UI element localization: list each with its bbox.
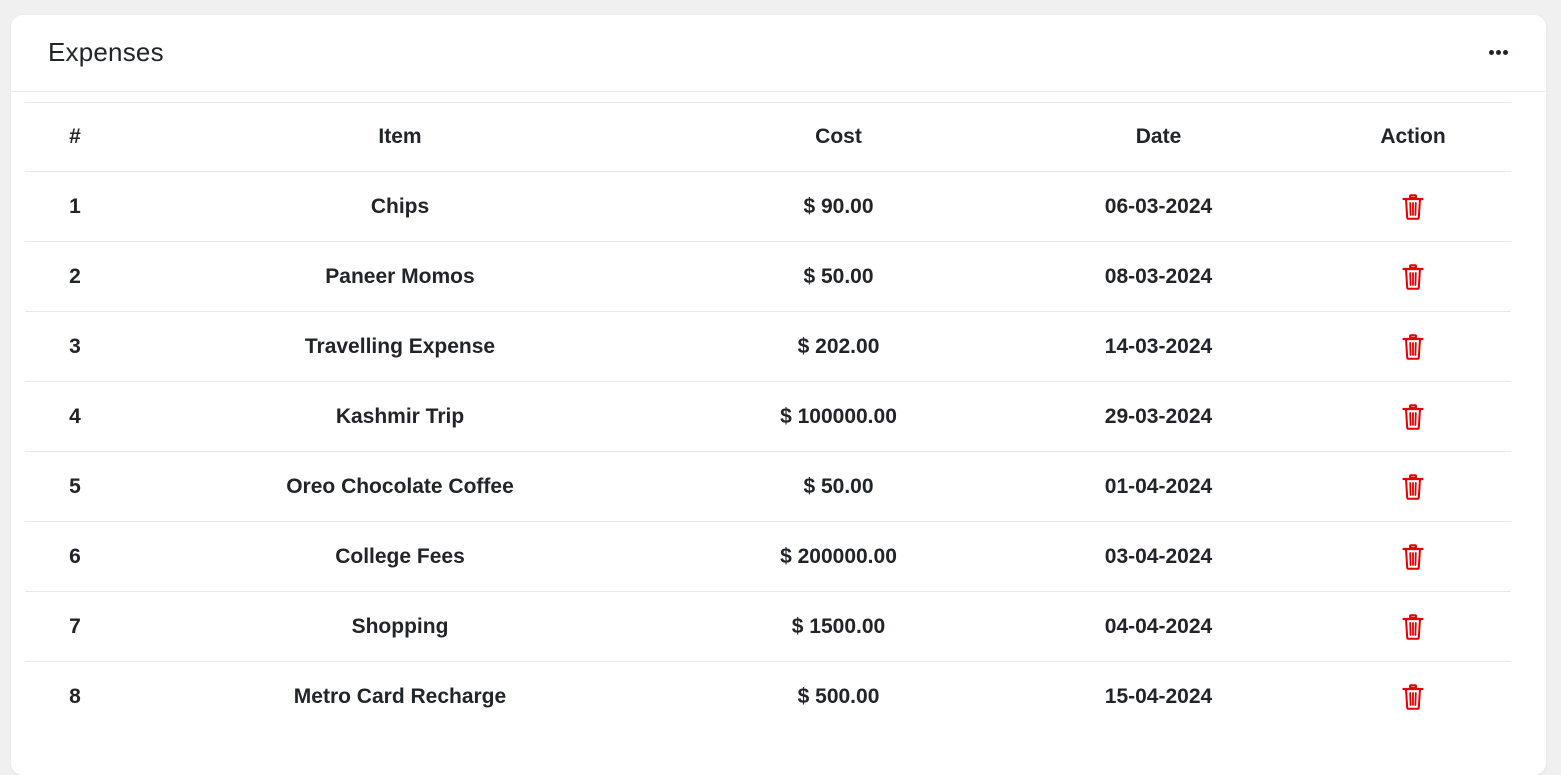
row-date: 06-03-2024 [1002,172,1315,242]
row-cost: $ 200000.00 [675,522,1002,592]
trash-icon[interactable] [1402,544,1424,570]
row-date: 08-03-2024 [1002,242,1315,312]
row-item: Travelling Expense [125,312,675,382]
table-row: 2Paneer Momos$ 50.0008-03-2024 [25,242,1511,312]
row-date: 29-03-2024 [1002,382,1315,452]
row-date: 04-04-2024 [1002,592,1315,662]
row-number: 5 [25,452,125,522]
row-date: 01-04-2024 [1002,452,1315,522]
row-date: 14-03-2024 [1002,312,1315,382]
row-cost: $ 50.00 [675,452,1002,522]
table-row: 1Chips$ 90.0006-03-2024 [25,172,1511,242]
row-cost: $ 50.00 [675,242,1002,312]
row-cost: $ 202.00 [675,312,1002,382]
row-action [1315,592,1511,662]
row-action [1315,172,1511,242]
row-item: Kashmir Trip [125,382,675,452]
more-options-button[interactable] [1486,41,1510,63]
row-number: 7 [25,592,125,662]
column-header-number: # [25,103,125,172]
row-item: College Fees [125,522,675,592]
row-item: Paneer Momos [125,242,675,312]
trash-icon[interactable] [1402,684,1424,710]
row-number: 3 [25,312,125,382]
row-item: Oreo Chocolate Coffee [125,452,675,522]
more-dot [1503,50,1508,55]
row-action [1315,662,1511,732]
row-item: Shopping [125,592,675,662]
row-number: 6 [25,522,125,592]
row-number: 1 [25,172,125,242]
table-row: 5Oreo Chocolate Coffee$ 50.0001-04-2024 [25,452,1511,522]
row-action [1315,452,1511,522]
trash-icon[interactable] [1402,264,1424,290]
row-cost: $ 1500.00 [675,592,1002,662]
table-row: 7Shopping$ 1500.0004-04-2024 [25,592,1511,662]
row-action [1315,242,1511,312]
table-row: 6College Fees$ 200000.0003-04-2024 [25,522,1511,592]
column-header-date: Date [1002,103,1315,172]
row-number: 8 [25,662,125,732]
row-date: 15-04-2024 [1002,662,1315,732]
more-dot [1496,50,1501,55]
column-header-item: Item [125,103,675,172]
card-header: Expenses [11,15,1546,92]
expenses-table: # Item Cost Date Action 1Chips$ 90.0006-… [25,102,1511,731]
row-item: Metro Card Recharge [125,662,675,732]
row-action [1315,522,1511,592]
trash-icon[interactable] [1402,404,1424,430]
row-date: 03-04-2024 [1002,522,1315,592]
table-row: 4Kashmir Trip$ 100000.0029-03-2024 [25,382,1511,452]
row-number: 4 [25,382,125,452]
table-row: 3Travelling Expense$ 202.0014-03-2024 [25,312,1511,382]
trash-icon[interactable] [1402,194,1424,220]
trash-icon[interactable] [1402,614,1424,640]
trash-icon[interactable] [1402,474,1424,500]
row-cost: $ 500.00 [675,662,1002,732]
row-cost: $ 100000.00 [675,382,1002,452]
column-header-cost: Cost [675,103,1002,172]
row-cost: $ 90.00 [675,172,1002,242]
table-header-row: # Item Cost Date Action [25,103,1511,172]
row-item: Chips [125,172,675,242]
row-action [1315,382,1511,452]
trash-icon[interactable] [1402,334,1424,360]
card-title: Expenses [48,37,164,68]
table-row: 8Metro Card Recharge$ 500.0015-04-2024 [25,662,1511,732]
row-action [1315,312,1511,382]
more-horizontal-icon [1489,50,1494,55]
row-number: 2 [25,242,125,312]
column-header-action: Action [1315,103,1511,172]
